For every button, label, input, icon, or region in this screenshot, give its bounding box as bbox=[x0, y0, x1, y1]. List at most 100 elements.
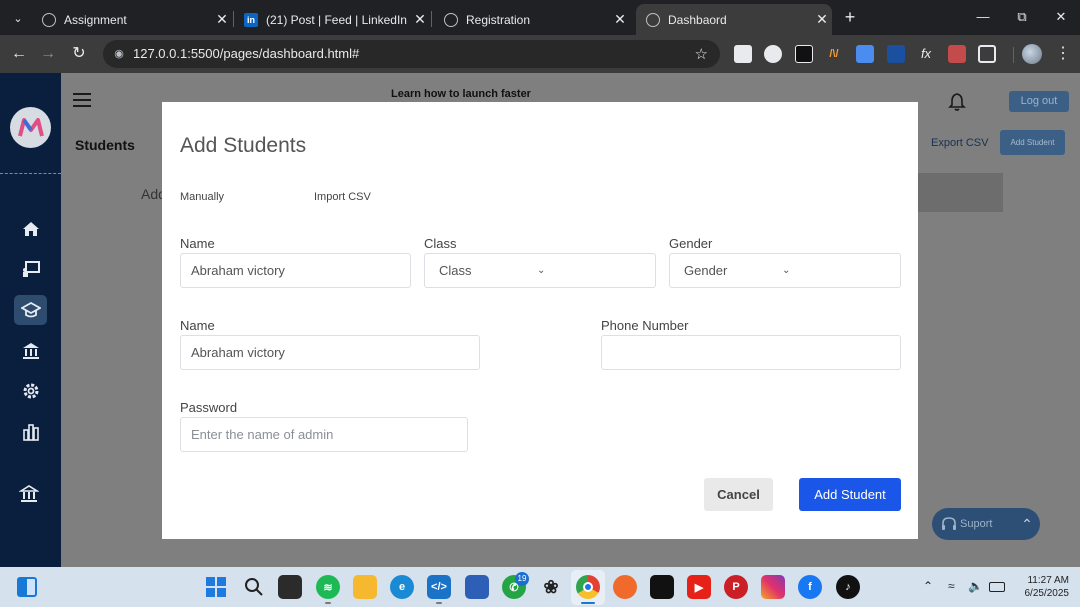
name-input[interactable]: Abraham victory bbox=[180, 253, 411, 288]
system-clock[interactable]: 11:27 AM 6/25/2025 bbox=[1015, 574, 1070, 600]
wifi-icon[interactable]: ≈ bbox=[948, 579, 955, 593]
extension-icon[interactable] bbox=[856, 45, 874, 63]
youtube-icon[interactable]: ▶ bbox=[687, 575, 711, 599]
vscode-icon[interactable]: </> bbox=[427, 575, 451, 599]
phone-number-input[interactable] bbox=[601, 335, 901, 370]
running-indicator bbox=[325, 602, 331, 604]
support-widget[interactable]: Suport ⌃ bbox=[932, 508, 1040, 540]
widgets-icon[interactable] bbox=[17, 577, 37, 597]
sidebar-item-classes[interactable] bbox=[14, 254, 47, 284]
back-arrow-icon[interactable]: ← bbox=[8, 43, 30, 65]
sidebar-item-settings[interactable] bbox=[14, 376, 47, 406]
bookmark-star-icon[interactable]: ☆ bbox=[695, 45, 708, 63]
hamburger-menu-icon[interactable] bbox=[73, 93, 91, 111]
show-hidden-icons-chevron-icon[interactable]: ⌃ bbox=[923, 579, 933, 593]
password-placeholder: Enter the name of admin bbox=[191, 427, 334, 442]
pinterest-icon[interactable]: P bbox=[724, 575, 748, 599]
chatgpt-icon[interactable]: ❀ bbox=[539, 575, 563, 599]
close-window-icon[interactable]: ✕ bbox=[1046, 6, 1076, 28]
tab-assignment[interactable]: Assignment ✕ bbox=[32, 4, 232, 35]
sidebar bbox=[0, 73, 61, 567]
page-viewport: Learn how to launch faster Students Add … bbox=[0, 73, 1080, 567]
tab-search-chevron-icon[interactable]: ⌄ bbox=[6, 6, 30, 30]
windows-logo-icon bbox=[206, 577, 226, 597]
extension-icon[interactable] bbox=[887, 45, 905, 63]
institution-icon bbox=[18, 485, 39, 502]
extension-icon[interactable] bbox=[795, 45, 813, 63]
chevron-down-icon: ⌄ bbox=[782, 265, 791, 276]
name-input[interactable]: Abraham victory bbox=[180, 335, 480, 370]
windows-start-icon[interactable] bbox=[204, 575, 228, 599]
sidebar-item-school[interactable] bbox=[12, 479, 45, 509]
gender-select[interactable]: Gender ⌄ bbox=[669, 253, 901, 288]
forward-arrow-icon[interactable]: → bbox=[37, 43, 59, 65]
add-students-modal: Add Students Manually Import CSV Name Ab… bbox=[162, 102, 918, 539]
phone-label: Phone Number bbox=[601, 318, 689, 333]
chevron-up-icon[interactable]: ⌃ bbox=[1014, 516, 1040, 533]
app-logo[interactable] bbox=[10, 107, 51, 148]
globe-icon bbox=[444, 12, 458, 27]
cancel-button[interactable]: Cancel bbox=[704, 478, 773, 511]
url-text[interactable]: 127.0.0.1:5500/pages/dashboard.html# bbox=[133, 46, 359, 61]
logo-mark-icon bbox=[17, 117, 44, 136]
volume-icon[interactable]: 🔈 bbox=[968, 579, 983, 593]
address-bar[interactable]: ◉ 127.0.0.1:5500/pages/dashboard.html# ☆ bbox=[103, 40, 720, 68]
more-menu-icon[interactable]: ⋮ bbox=[1055, 44, 1071, 64]
gender-select-value: Gender bbox=[684, 263, 728, 278]
site-info-icon[interactable]: ◉ bbox=[111, 46, 127, 62]
extension-icon[interactable] bbox=[948, 45, 966, 63]
close-tab-icon[interactable]: ✕ bbox=[212, 11, 232, 28]
profile-avatar[interactable] bbox=[1022, 44, 1042, 64]
firefox-icon[interactable] bbox=[613, 575, 637, 599]
close-tab-icon[interactable]: ✕ bbox=[610, 11, 630, 28]
extension-icon[interactable]: /\/ bbox=[825, 45, 843, 63]
tab-registration[interactable]: Registration ✕ bbox=[434, 4, 630, 35]
sidebar-item-reports[interactable] bbox=[14, 417, 47, 447]
class-select[interactable]: Class ⌄ bbox=[424, 253, 656, 288]
file-explorer-icon[interactable] bbox=[353, 575, 377, 599]
minimize-window-icon[interactable]: — bbox=[968, 6, 998, 28]
logout-button[interactable]: Log out bbox=[1009, 91, 1069, 112]
add-student-button[interactable]: Add Student bbox=[799, 478, 901, 511]
new-tab-button[interactable]: + bbox=[840, 6, 860, 28]
sidebar-item-home[interactable] bbox=[14, 214, 47, 244]
chart-icon bbox=[22, 424, 39, 441]
chrome-icon[interactable] bbox=[576, 575, 600, 599]
task-view-icon[interactable] bbox=[278, 575, 302, 599]
capcut-icon[interactable] bbox=[650, 575, 674, 599]
tab-title: Assignment bbox=[64, 12, 127, 27]
password-input[interactable]: Enter the name of admin bbox=[180, 417, 468, 452]
tab-import-csv[interactable]: Import CSV bbox=[314, 191, 371, 203]
store-icon[interactable] bbox=[465, 575, 489, 599]
battery-icon[interactable] bbox=[989, 582, 1005, 592]
export-csv-button[interactable]: Export CSV bbox=[931, 137, 988, 149]
tab-linkedin[interactable]: in (21) Post | Feed | LinkedIn ✕ bbox=[234, 4, 430, 35]
page-title: Students bbox=[75, 137, 135, 153]
close-tab-icon[interactable]: ✕ bbox=[410, 11, 430, 28]
close-tab-icon[interactable]: ✕ bbox=[812, 11, 832, 28]
headset-icon bbox=[942, 517, 956, 530]
extensions-puzzle-icon[interactable] bbox=[978, 45, 996, 63]
edge-icon[interactable]: e bbox=[390, 575, 414, 599]
graduation-cap-icon bbox=[20, 301, 41, 318]
instagram-icon[interactable] bbox=[761, 575, 785, 599]
name-input-value: Abraham victory bbox=[191, 345, 285, 360]
restore-window-icon[interactable]: ⧉ bbox=[1007, 6, 1037, 28]
clock-date: 6/25/2025 bbox=[1024, 588, 1070, 599]
toolbar-divider bbox=[1013, 47, 1014, 63]
add-student-page-button[interactable]: Add Student bbox=[1000, 130, 1065, 155]
search-icon[interactable] bbox=[242, 575, 266, 599]
sidebar-item-students[interactable] bbox=[14, 295, 47, 325]
promo-text[interactable]: Learn how to launch faster bbox=[391, 88, 531, 100]
facebook-icon[interactable]: f bbox=[798, 575, 822, 599]
sidebar-item-institution[interactable] bbox=[14, 336, 47, 366]
reload-icon[interactable]: ↻ bbox=[68, 43, 90, 65]
extension-icon[interactable] bbox=[764, 45, 782, 63]
bell-icon[interactable] bbox=[948, 92, 966, 112]
extension-icon[interactable] bbox=[734, 45, 752, 63]
tiktok-icon[interactable]: ♪ bbox=[836, 575, 860, 599]
tab-dashboard[interactable]: Dashbaord ✕ bbox=[636, 4, 832, 35]
extension-icon[interactable]: fx bbox=[917, 45, 935, 63]
spotify-icon[interactable]: ≋ bbox=[316, 575, 340, 599]
tab-manually[interactable]: Manually bbox=[180, 191, 224, 203]
